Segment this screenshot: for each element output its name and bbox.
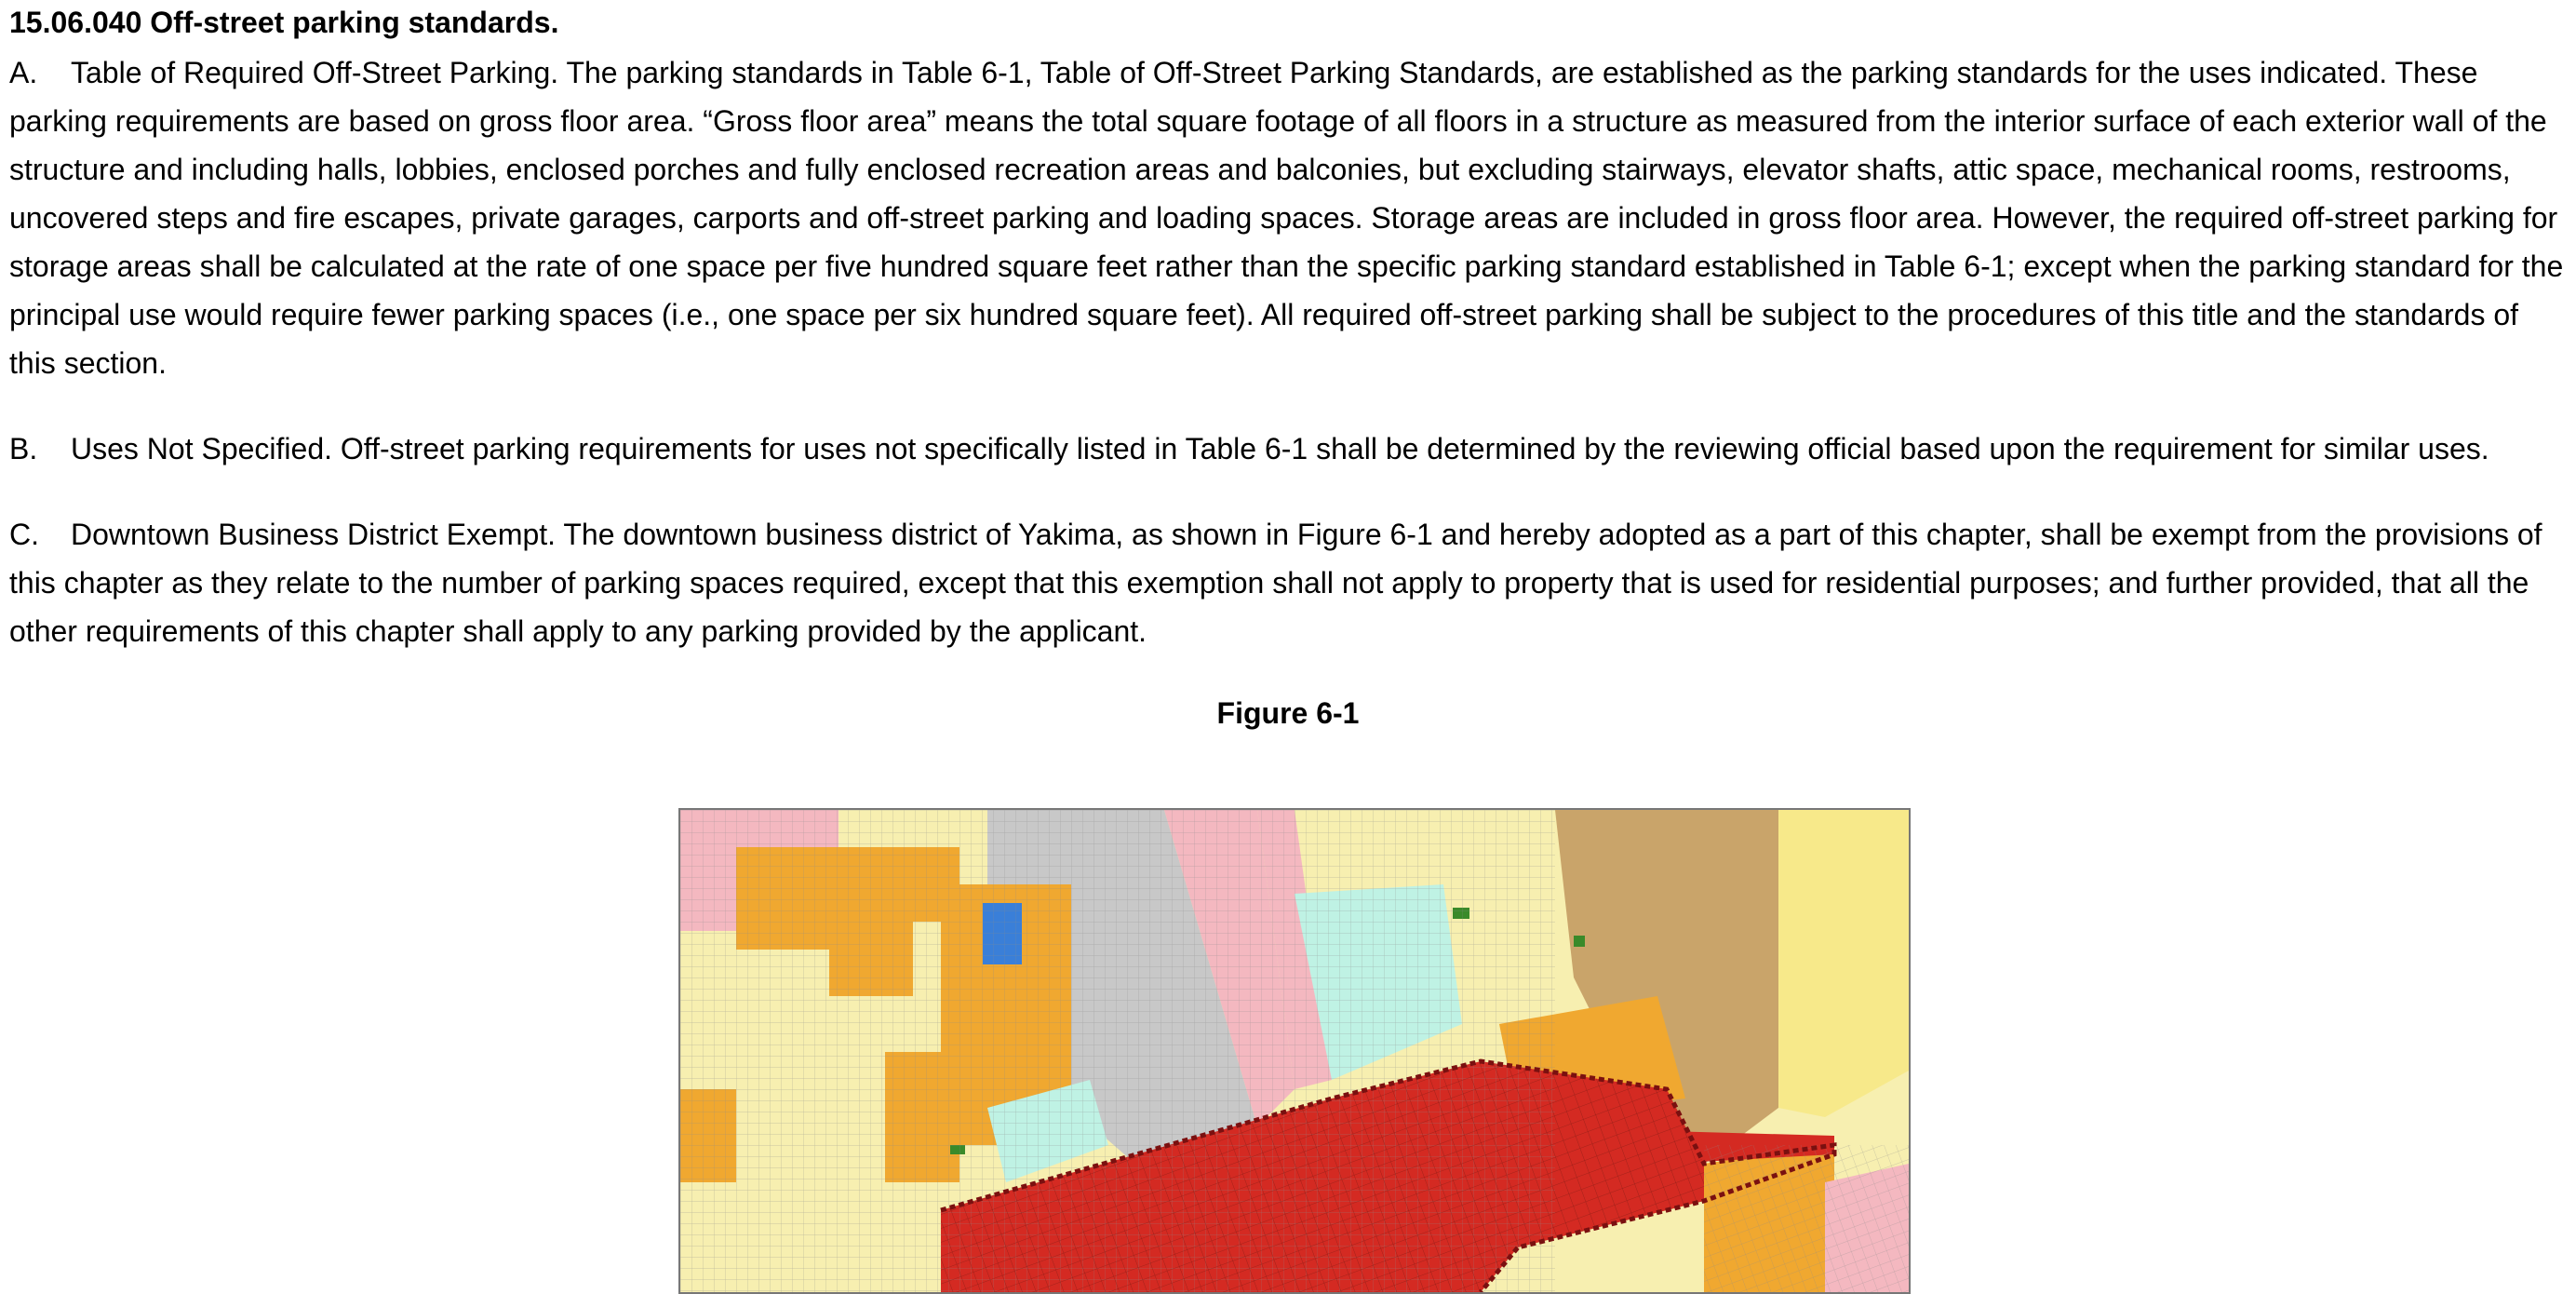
map-zone-residential-right bbox=[1778, 810, 1909, 1117]
paragraph-b: B. Uses Not Specified. Off-street parking… bbox=[9, 425, 2570, 473]
paragraph-a-text: Table of Required Off-Street Parking. Th… bbox=[9, 56, 2564, 380]
paragraph-a: A. Table of Required Off-Street Parking. … bbox=[9, 48, 2570, 387]
zoning-map-figure bbox=[678, 808, 1911, 1294]
map-lot-lines-right bbox=[1704, 1145, 1909, 1292]
document-body: 15.06.040 Off-street parking standards. … bbox=[9, 0, 2570, 655]
paragraph-c-text: Downtown Business District Exempt. The d… bbox=[9, 518, 2542, 648]
paragraph-b-text: Uses Not Specified. Off-street parking r… bbox=[71, 432, 2489, 465]
zoning-map bbox=[680, 810, 1909, 1292]
section-heading: 15.06.040 Off-street parking standards. bbox=[9, 6, 559, 39]
paragraph-b-marker: B. bbox=[9, 432, 38, 465]
map-park-green-b bbox=[1574, 936, 1585, 947]
paragraph-c: C. Downtown Business District Exempt. The… bbox=[9, 510, 2570, 655]
figure-caption: Figure 6-1 bbox=[1216, 696, 1360, 730]
paragraph-a-marker: A. bbox=[9, 56, 38, 89]
paragraph-c-marker: C. bbox=[9, 518, 39, 551]
